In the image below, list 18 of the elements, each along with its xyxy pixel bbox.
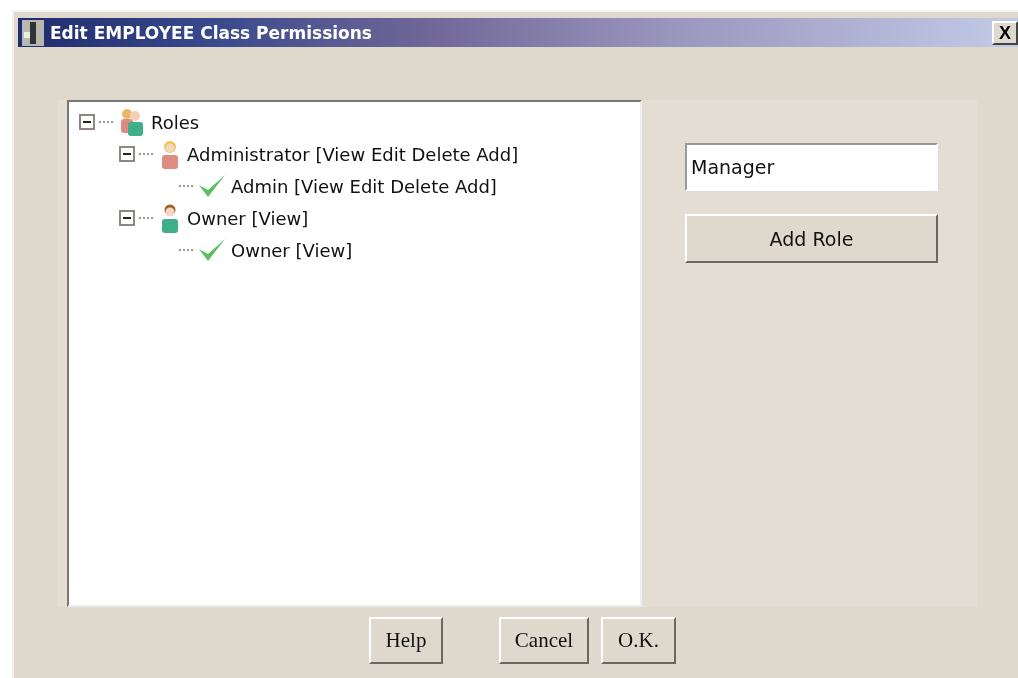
tree-item-label[interactable]: Admin [View Edit Delete Add]	[231, 175, 497, 197]
tree-item-label[interactable]: Owner [View]	[231, 239, 353, 261]
tree-item-label[interactable]: Roles	[151, 111, 200, 133]
checkmark-icon	[197, 237, 227, 263]
collapse-toggle[interactable]	[119, 210, 135, 226]
checkmark-icon	[197, 173, 227, 199]
collapse-toggle[interactable]	[79, 114, 95, 130]
window-title: Edit EMPLOYEE Class Permissions	[50, 22, 372, 43]
dialog-button[interactable]: Cancel	[499, 617, 589, 664]
add-role-button[interactable]: Add Role	[685, 214, 938, 263]
dialog-button[interactable]: Help	[369, 617, 443, 664]
role-name-field[interactable]: Manager	[685, 143, 938, 191]
dialog-button[interactable]: O.K.	[601, 617, 676, 664]
tree-item-label[interactable]: Owner [View]	[187, 207, 309, 229]
tree-item-label[interactable]: Administrator [View Edit Delete Add]	[187, 143, 519, 165]
close-button[interactable]: X	[992, 20, 1018, 45]
collapse-toggle[interactable]	[119, 146, 135, 162]
app-icon	[22, 19, 44, 46]
